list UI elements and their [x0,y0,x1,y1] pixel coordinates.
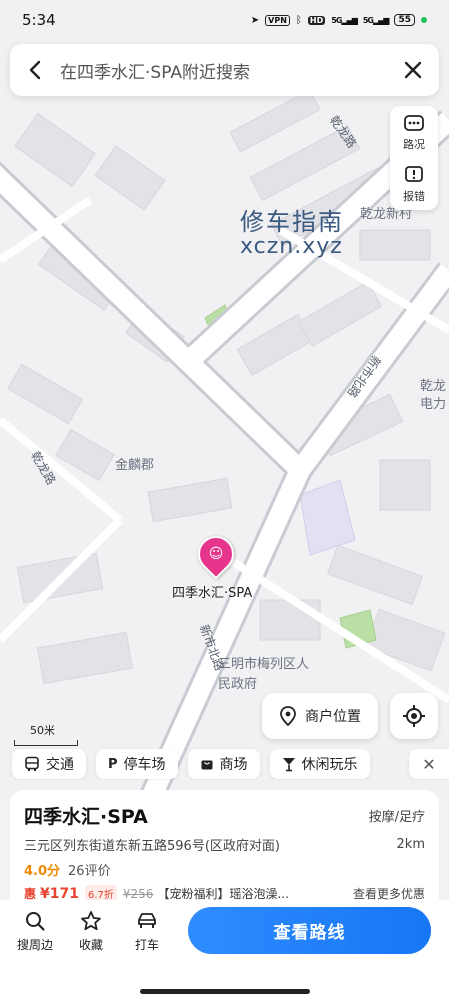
crosshair-icon [403,705,425,727]
map-view[interactable]: 乾龙路 乾龙新村 乾龙电力 新市北路 乾龙路 金麟郡 新市北路 三明市梅列区人民… [0,0,449,800]
signal-1-label: 5G [331,15,342,25]
area-label-qianlong-power: 乾龙电力 [420,379,447,412]
traffic-icon [404,115,424,131]
map-scale: 50米 [14,722,78,746]
parking-icon: P [108,756,118,772]
cocktail-icon [282,758,295,772]
favorite-button[interactable]: 收藏 [66,910,116,953]
bottom-action-bar: 搜周边 收藏 打车 查看路线 [0,900,449,1000]
status-bar: 5:34 ➤ VPN ᛒ HD 5G▂▄▆ 5G▂▄▆ 55 [0,0,449,40]
car-icon [138,913,156,928]
vpn-icon: VPN [265,14,290,26]
poi-score: 4.0分 [24,864,61,879]
signal-icon-1: 5G▂▄▆ [331,15,358,25]
shopping-bag-icon [201,760,213,770]
star-icon [81,911,101,931]
locate-me-button[interactable] [390,693,438,739]
taxi-label: 打车 [134,938,159,952]
watermark-line1: 修车指南 [240,208,344,236]
bluetooth-icon: ᛒ [295,14,302,26]
search-input[interactable]: 在四季水汇·SPA附近搜索 [60,58,401,83]
poi-reviews[interactable]: 26评价 [68,860,111,879]
green-indicator-dot [421,17,427,23]
view-route-button[interactable]: 查看路线 [188,907,431,954]
merchant-location-label: 商户位置 [305,709,361,725]
signal-2-label: 5G [362,15,374,25]
category-chips: 交通 P 停车场 商场 休闲玩乐 ✕ [0,748,449,780]
chip-transport-label: 交通 [46,757,74,773]
location-arrow-icon: ➤ [250,14,260,26]
poi-address: 三元区列东街道东新五路596号(区政府对面) [24,839,280,854]
scale-bar [14,740,78,746]
home-indicator [140,989,310,994]
report-label: 报错 [403,190,425,203]
signal-icon-2: 5G▂▄▆ [362,15,390,25]
chip-mall[interactable]: 商场 [187,749,260,779]
bus-icon [25,756,39,772]
watermark: 修车指南 xczn.xyz [240,208,344,260]
chip-parking[interactable]: P 停车场 [96,749,178,779]
poi-distance: 2km [396,837,425,852]
search-bar[interactable]: 在四季水汇·SPA附近搜索 [10,44,439,96]
traffic-label: 路况 [403,138,425,151]
chip-mall-label: 商场 [219,757,248,773]
watermark-line2: xczn.xyz [240,234,343,260]
battery-icon: 55 [394,14,415,26]
scale-label: 50米 [30,724,55,737]
chip-leisure-label: 休闲玩乐 [301,757,358,773]
poi-info-card[interactable]: 四季水汇·SPA 按摩/足疗 三元区列东街道东新五路596号(区政府对面) 2k… [10,790,439,902]
traffic-button[interactable]: 路况 [390,106,438,158]
map-side-controls: 路况 报错 [390,106,438,210]
chip-parking-label: 停车场 [123,757,166,773]
area-label-jinlin-jun: 金麟郡 [115,458,155,473]
merchant-location-button[interactable]: 商户位置 [262,693,378,739]
search-nearby-label: 搜周边 [16,938,53,952]
status-time: 5:34 [22,11,56,29]
back-arrow-icon[interactable] [24,59,46,81]
location-pin-icon [280,706,296,726]
chip-transport[interactable]: 交通 [12,749,86,779]
area-label-sanming-gov: 三明市梅列区人民政府 [218,657,310,692]
search-nearby-button[interactable]: 搜周边 [10,910,60,953]
poi-title: 四季水汇·SPA [24,806,148,828]
close-icon[interactable] [401,58,425,82]
search-icon [26,912,45,931]
deal-original-price: ¥256 [122,886,154,901]
hd-icon: HD [307,15,326,25]
poi-category: 按摩/足疗 [368,810,425,825]
taxi-button[interactable]: 打车 [122,910,172,953]
chips-close-icon[interactable]: ✕ [409,749,449,779]
chip-leisure[interactable]: 休闲玩乐 [269,749,370,779]
favorite-label: 收藏 [78,938,103,952]
poi-name-label[interactable]: 四季水汇·SPA [172,582,252,601]
status-icons: ➤ VPN ᛒ HD 5G▂▄▆ 5G▂▄▆ 55 [251,14,427,26]
report-icon [405,166,423,182]
report-error-button[interactable]: 报错 [390,158,438,210]
